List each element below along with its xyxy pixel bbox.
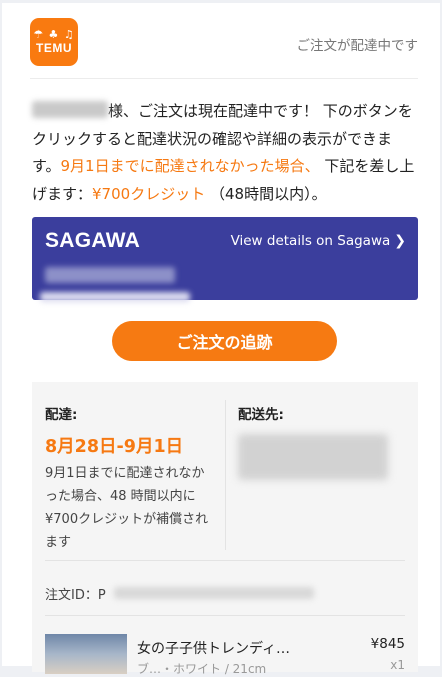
message-text-3: （48時間以内）。 [209, 184, 327, 203]
view-carrier-details-label: View details on Sagawa [230, 233, 391, 249]
section-divider [45, 560, 405, 561]
email-header: ☂ ♣ ♫ TEMU ご注文が配達中です [30, 18, 418, 72]
redacted-order-id [114, 587, 314, 599]
section-divider-2 [45, 615, 405, 616]
item-thumbnail[interactable] [45, 634, 127, 674]
carrier-logo: SAGAWA [45, 229, 141, 252]
track-order-button[interactable]: ご注文の追跡 [112, 321, 337, 361]
item-price: ¥845 [370, 636, 405, 652]
logo-text: TEMU [36, 41, 72, 55]
delivery-label: 配達: [45, 407, 78, 423]
carrier-card[interactable]: SAGAWA View details on Sagawa ❯ [32, 217, 418, 302]
header-divider [30, 78, 418, 79]
view-carrier-details-link[interactable]: View details on Sagawa ❯ [231, 233, 406, 249]
column-divider [225, 400, 226, 550]
order-id-label: 注文ID：P [45, 588, 106, 603]
redacted-tracking-extra [40, 292, 190, 302]
message-deadline: 9月1日までに配達されなかった場合、 [60, 157, 320, 175]
redacted-customer-name [32, 101, 108, 118]
item-variant: ブ…・ホワイト / 21cm [137, 662, 267, 676]
redacted-address [238, 434, 388, 480]
item-name[interactable]: 女の子子供トレンディ… [137, 638, 290, 658]
item-quantity: x1 [390, 658, 405, 672]
chevron-right-icon: ❯ [394, 233, 406, 249]
order-details-card: 配達: 配送先: 8月28日-9月1日 9月1日までに配達されなかった場合、48… [32, 382, 418, 676]
destination-label: 配送先: [238, 407, 284, 423]
delivery-guarantee-note: 9月1日までに配達されなかった場合、48 時間以内に¥700クレジットが補償され… [45, 466, 209, 550]
email-body: ☂ ♣ ♫ TEMU ご注文が配達中です 様、ご注文は現在配達中です！ 下のボタ… [2, 3, 440, 676]
logo-icons: ☂ ♣ ♫ [33, 28, 75, 41]
temu-logo[interactable]: ☂ ♣ ♫ TEMU [30, 18, 78, 66]
order-status-text: ご注文が配達中です [296, 38, 419, 54]
message-credit: ¥700クレジット [92, 184, 206, 203]
redacted-tracking-number [45, 267, 175, 283]
delivery-date-range: 8月28日-9月1日 [45, 437, 184, 457]
message-paragraph: 様、ご注文は現在配達中です！ 下のボタンをクリックすると配達状況の確認や詳細の表… [32, 98, 418, 208]
